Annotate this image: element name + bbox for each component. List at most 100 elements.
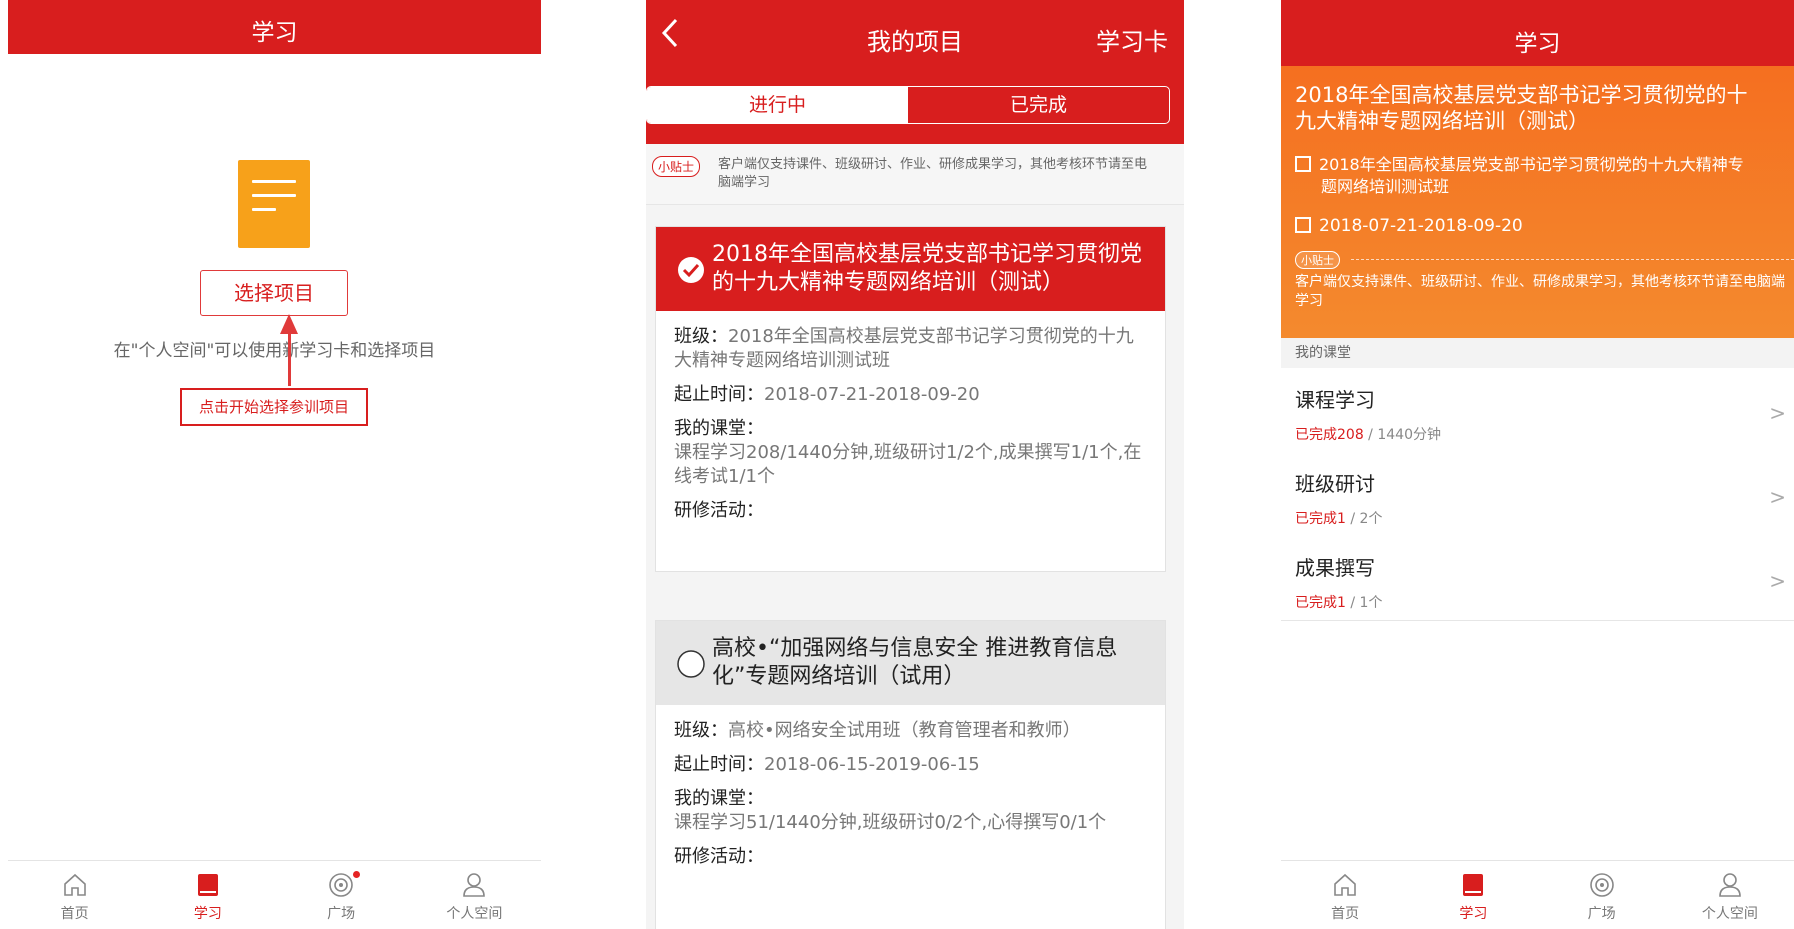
tip-badge: 小贴士 <box>652 156 701 177</box>
class-value: 高校•网络安全试用班（教育管理者和教师） <box>728 720 1081 741</box>
classroom-value: 课程学习208/1440分钟,班级研讨1/2个,成果撰写1/1个,在线考试1/1… <box>674 442 1142 487</box>
time-value: 2018-06-15-2019-06-15 <box>764 754 980 775</box>
tab-personal-space[interactable]: 个人空间 <box>1666 861 1794 929</box>
date-range: 2018-07-21-2018-09-20 <box>1319 216 1523 236</box>
chevron-right-icon: > <box>1769 569 1786 593</box>
annotation-arrow-line <box>288 332 291 386</box>
page-title: 学习 <box>1514 31 1561 57</box>
course-item-study[interactable]: 课程学习 已完成208 / 1440分钟 > <box>1281 368 1794 453</box>
checked-circle-icon[interactable] <box>676 255 706 285</box>
class-name: 2018年全国高校基层党支部书记学习贯彻党的十九大精神专 <box>1319 155 1744 174</box>
tab-square[interactable]: 广场 <box>1538 861 1666 929</box>
completed-count: 已完成1 <box>1295 595 1346 611</box>
bottom-tab-bar: 首页 学习 广场 个人空间 <box>8 860 541 929</box>
class-name-cont: 题网络培训测试班 <box>1321 177 1450 196</box>
tab-study[interactable]: 学习 <box>1409 861 1537 929</box>
class-line: 2018年全国高校基层党支部书记学习贯彻党的十九大精神专 <box>1295 154 1744 176</box>
tab-study[interactable]: 学习 <box>141 861 274 929</box>
completed-count: 已完成1 <box>1295 511 1346 527</box>
top-bar: 学习 <box>8 0 541 54</box>
item-progress: 已完成1 / 1个 <box>1295 592 1382 612</box>
target-icon <box>1589 873 1614 897</box>
project-title: 高校•“加强网络与信息安全 推进教育信息化”专题网络培训（试用） <box>712 636 1118 689</box>
tab-label: 个人空间 <box>1701 906 1758 922</box>
book-icon <box>197 874 218 896</box>
tab-home[interactable]: 首页 <box>8 861 141 929</box>
target-icon <box>329 873 353 897</box>
notification-dot-icon <box>353 871 361 878</box>
annotation-callout: 点击开始选择参训项目 <box>180 388 368 426</box>
bottom-tab-bar: 首页 学习 广场 个人空间 <box>1281 860 1794 929</box>
book-icon <box>1463 874 1484 896</box>
completed-count: 已完成208 <box>1295 427 1364 443</box>
tab-label: 首页 <box>60 906 89 922</box>
chevron-right-icon: > <box>1769 485 1786 509</box>
item-name: 课程学习 <box>1295 388 1375 412</box>
study-card-link[interactable]: 学习卡 <box>1096 22 1168 57</box>
activity-label: 研修活动： <box>674 846 764 867</box>
total-count: / 1440分钟 <box>1363 427 1441 443</box>
unchecked-circle-icon[interactable] <box>676 649 706 679</box>
project-title: 2018年全国高校基层党支部书记学习贯彻党的十九大精神专题网络培训（测试） <box>1295 83 1748 133</box>
tab-square[interactable]: 广场 <box>275 861 408 929</box>
classroom-label: 我的课堂： <box>674 788 764 809</box>
home-icon <box>1334 873 1356 896</box>
tab-label: 广场 <box>1587 906 1616 922</box>
total-count: / 1个 <box>1345 595 1383 611</box>
classroom-value: 课程学习51/1440分钟,班级研讨0/2个,心得撰写0/1个 <box>674 812 1107 833</box>
class-icon <box>1295 156 1311 172</box>
tab-completed[interactable]: 已完成 <box>908 87 1169 123</box>
tip-text: 客户端仅支持课件、班级研讨、作业、研修成果学习，其他考核环节请至电脑端学习 <box>718 157 1148 190</box>
phone-screen-study-project: 学习 2018年全国高校基层党支部书记学习贯彻党的十九大精神专题网络培训（测试）… <box>1281 0 1794 929</box>
person-icon <box>1719 873 1741 897</box>
time-value: 2018-07-21-2018-09-20 <box>764 384 980 405</box>
total-count: / 2个 <box>1345 511 1383 527</box>
phone-screen-study-empty: 学习 选择项目 在"个人空间"可以使用新学习卡和选择项目 点击开始选择参训项目 … <box>8 0 541 929</box>
calendar-icon <box>1295 217 1311 233</box>
item-name: 班级研讨 <box>1295 472 1375 496</box>
home-icon <box>63 873 86 896</box>
top-bar: 学习 <box>1281 0 1794 70</box>
section-label: 我的课堂 <box>1281 338 1794 368</box>
project-card-header: 2018年全国高校基层党支部书记学习贯彻党的十九大精神专题网络培训（测试） <box>656 227 1165 311</box>
project-details: 班级：高校•网络安全试用班（教育管理者和教师） 起止时间：2018-06-15-… <box>656 705 1165 869</box>
person-icon <box>463 873 486 897</box>
tab-label: 广场 <box>327 906 356 922</box>
tab-label: 个人空间 <box>446 906 503 922</box>
project-details: 班级：2018年全国高校基层党支部书记学习贯彻党的十九大精神专题网络培训测试班 … <box>656 311 1165 523</box>
chevron-right-icon: > <box>1769 401 1786 425</box>
project-title: 2018年全国高校基层党支部书记学习贯彻党的十九大精神专题网络培训（测试） <box>712 242 1142 295</box>
annotation-arrow-icon <box>280 314 298 334</box>
activity-label: 研修活动： <box>674 500 764 521</box>
course-item-writing[interactable]: 成果撰写 已完成1 / 1个 > <box>1281 536 1794 621</box>
project-card-header: 高校•“加强网络与信息安全 推进教育信息化”专题网络培训（试用） <box>656 621 1165 705</box>
select-project-button[interactable]: 选择项目 <box>200 270 348 316</box>
phone-screen-my-projects: 我的项目 学习卡 进行中 已完成 小贴士 客户端仅支持课件、班级研讨、作业、研修… <box>646 0 1184 929</box>
item-progress: 已完成1 / 2个 <box>1295 508 1382 528</box>
tab-personal-space[interactable]: 个人空间 <box>408 861 541 929</box>
tab-label: 学习 <box>1459 906 1488 922</box>
tab-in-progress[interactable]: 进行中 <box>647 87 908 123</box>
time-label: 起止时间： <box>674 754 764 775</box>
classroom-label: 我的课堂： <box>674 418 764 439</box>
tab-home[interactable]: 首页 <box>1281 861 1409 929</box>
time-label: 起止时间： <box>674 384 764 405</box>
tab-label: 首页 <box>1331 906 1360 922</box>
dashed-divider <box>1351 259 1794 260</box>
document-list-icon <box>238 160 310 248</box>
project-hero: 2018年全国高校基层党支部书记学习贯彻党的十九大精神专题网络培训（测试） 20… <box>1281 66 1794 338</box>
tab-label: 学习 <box>193 906 222 922</box>
class-label: 班级： <box>674 326 728 347</box>
course-item-discussion[interactable]: 班级研讨 已完成1 / 2个 > <box>1281 452 1794 537</box>
project-card[interactable]: 高校•“加强网络与信息安全 推进教育信息化”专题网络培训（试用） 班级：高校•网… <box>655 620 1166 929</box>
project-card[interactable]: 2018年全国高校基层党支部书记学习贯彻党的十九大精神专题网络培训（测试） 班级… <box>655 226 1166 572</box>
class-value: 2018年全国高校基层党支部书记学习贯彻党的十九大精神专题网络培训测试班 <box>674 326 1134 371</box>
date-line: 2018-07-21-2018-09-20 <box>1295 216 1523 236</box>
tip-text: 客户端仅支持课件、班级研讨、作业、研修成果学习，其他考核环节请至电脑端学习 <box>1295 274 1785 309</box>
tip-banner: 小贴士 客户端仅支持课件、班级研讨、作业、研修成果学习，其他考核环节请至电脑端学… <box>646 144 1184 205</box>
personal-space-hint: 在"个人空间"可以使用新学习卡和选择项目 <box>113 341 436 361</box>
page-title: 学习 <box>251 20 298 46</box>
item-name: 成果撰写 <box>1295 556 1375 580</box>
status-segmented-control: 进行中 已完成 <box>646 86 1170 124</box>
tip-badge: 小贴士 <box>1295 251 1340 269</box>
